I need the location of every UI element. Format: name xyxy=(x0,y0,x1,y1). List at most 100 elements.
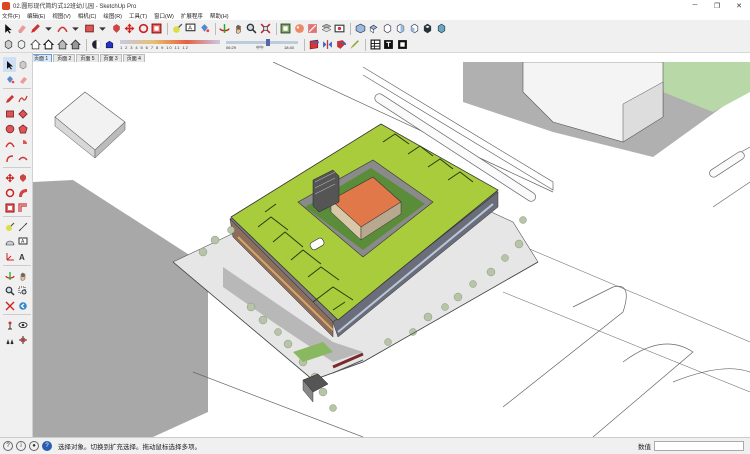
section-cut-icon[interactable] xyxy=(335,39,347,51)
scene-tab-5[interactable]: 页面 5 xyxy=(76,54,99,62)
section-plane-tool-icon[interactable] xyxy=(16,332,29,347)
dropdown-arrow-icon[interactable] xyxy=(97,23,109,35)
push-pull-tool-icon[interactable] xyxy=(16,170,29,185)
dropdown-arrow-icon[interactable] xyxy=(43,23,55,35)
text-grid-icon[interactable] xyxy=(383,39,395,51)
dimension-tool-icon[interactable] xyxy=(16,219,29,234)
rotated-rectangle-tool-icon[interactable] xyxy=(16,106,29,121)
axes-tool-icon[interactable] xyxy=(3,249,16,264)
select-arrow-icon[interactable] xyxy=(2,23,14,35)
orbit-tool-icon[interactable] xyxy=(3,268,16,283)
scene-tab-3[interactable]: 页面 3 xyxy=(99,54,122,62)
back-view-icon[interactable] xyxy=(408,23,420,35)
pie-tool-icon[interactable] xyxy=(16,136,29,151)
close-button[interactable]: ✕ xyxy=(728,0,750,11)
shadow-time-knob[interactable] xyxy=(266,38,270,46)
push-pull-icon[interactable] xyxy=(110,23,122,35)
pencil-icon[interactable] xyxy=(29,23,41,35)
materials-icon[interactable] xyxy=(293,23,305,35)
menu-tools[interactable]: 工具(T) xyxy=(129,12,147,20)
xray-icon[interactable] xyxy=(2,39,14,51)
menu-camera[interactable]: 相机(C) xyxy=(78,12,97,20)
scenes-icon[interactable] xyxy=(334,23,346,35)
wireframe-house-icon[interactable] xyxy=(29,39,41,51)
shadows-toggle-icon[interactable] xyxy=(90,39,102,51)
scale-tool-icon[interactable] xyxy=(3,200,16,215)
follow-me-tool-icon[interactable] xyxy=(16,185,29,200)
paintbrush-icon[interactable] xyxy=(349,39,361,51)
dropdown-arrow-icon[interactable] xyxy=(70,23,82,35)
rectangle-tool-icon[interactable] xyxy=(3,106,16,121)
help-icon[interactable]: ? xyxy=(42,441,52,451)
model-viewport[interactable] xyxy=(33,62,750,437)
section-plane-icon[interactable] xyxy=(308,39,320,51)
bottom-view-icon[interactable] xyxy=(435,23,447,35)
shadow-month-slider[interactable]: 1 2 3 4 5 6 7 8 9 10 11 12 xyxy=(120,39,220,51)
component-icon[interactable] xyxy=(280,23,292,35)
look-around-tool-icon[interactable] xyxy=(16,317,29,332)
two-point-arc-icon[interactable] xyxy=(3,151,16,166)
scene-tab-4[interactable]: 页面 4 xyxy=(122,54,145,62)
menu-help[interactable]: 帮助(H) xyxy=(210,12,229,20)
paint-bucket-tool-icon[interactable] xyxy=(3,72,16,87)
menu-extensions[interactable]: 扩展程序 xyxy=(181,12,203,20)
hidden-line-house-icon[interactable] xyxy=(43,39,55,51)
walk-tool-icon[interactable] xyxy=(3,332,16,347)
move-icon[interactable] xyxy=(124,23,136,35)
left-view-icon[interactable] xyxy=(422,23,434,35)
menu-file[interactable]: 文件(F) xyxy=(2,12,20,20)
shadow-time-slider[interactable]: 06:29 中午 18:40 xyxy=(226,38,298,51)
fog-icon[interactable] xyxy=(104,39,116,51)
right-view-icon[interactable] xyxy=(395,23,407,35)
shaded-house-icon[interactable] xyxy=(56,39,68,51)
scene-tab-2[interactable]: 页面 2 xyxy=(53,54,76,62)
maximize-button[interactable]: ❐ xyxy=(706,0,728,11)
zoom-extents-icon[interactable] xyxy=(259,23,271,35)
offset-tool-icon[interactable] xyxy=(16,200,29,215)
polygon-tool-icon[interactable] xyxy=(16,121,29,136)
menu-view[interactable]: 视图(V) xyxy=(52,12,70,20)
3d-text-tool-icon[interactable]: A xyxy=(16,249,29,264)
eraser-icon[interactable] xyxy=(16,23,28,35)
zoom-extents-tool-icon[interactable] xyxy=(3,298,16,313)
text-tool-icon[interactable]: A xyxy=(16,234,29,249)
measurements-input[interactable] xyxy=(654,441,744,451)
user-icon[interactable]: ● xyxy=(29,441,39,451)
zoom-tool-icon[interactable] xyxy=(3,283,16,298)
select-tool-icon[interactable] xyxy=(3,57,16,72)
frame-grid-icon[interactable] xyxy=(396,39,408,51)
geo-location-icon[interactable]: ? xyxy=(3,441,13,451)
minimize-button[interactable]: ─ xyxy=(684,0,706,11)
textured-house-icon[interactable] xyxy=(70,39,82,51)
previous-view-tool-icon[interactable] xyxy=(16,298,29,313)
zoom-window-tool-icon[interactable] xyxy=(16,283,29,298)
scene-tab-1[interactable]: 页面 1 xyxy=(30,54,53,62)
menu-draw[interactable]: 绘图(R) xyxy=(103,12,122,20)
credits-icon[interactable]: i xyxy=(16,441,26,451)
section-display-icon[interactable] xyxy=(322,39,334,51)
position-camera-tool-icon[interactable] xyxy=(3,317,16,332)
arc-tool-icon[interactable] xyxy=(3,136,16,151)
rectangle-icon[interactable] xyxy=(83,23,95,35)
three-point-arc-icon[interactable] xyxy=(16,151,29,166)
paint-bucket-icon[interactable] xyxy=(198,23,210,35)
arc-icon[interactable] xyxy=(56,23,68,35)
menu-edit[interactable]: 编辑(E) xyxy=(27,12,45,20)
pan-hand-icon[interactable] xyxy=(232,23,244,35)
front-view-icon[interactable] xyxy=(381,23,393,35)
grid-table-icon[interactable] xyxy=(369,39,381,51)
make-component-icon[interactable] xyxy=(16,57,29,72)
freehand-tool-icon[interactable] xyxy=(16,91,29,106)
line-tool-icon[interactable] xyxy=(3,91,16,106)
menu-window[interactable]: 窗口(W) xyxy=(154,12,174,20)
eraser-tool-icon[interactable] xyxy=(16,72,29,87)
scale-icon[interactable] xyxy=(151,23,163,35)
zoom-icon[interactable] xyxy=(246,23,258,35)
pan-tool-icon[interactable] xyxy=(16,268,29,283)
iso-view-icon[interactable] xyxy=(354,23,366,35)
styles-icon[interactable] xyxy=(307,23,319,35)
text-icon[interactable]: A xyxy=(185,23,197,35)
tape-measure-tool-icon[interactable] xyxy=(3,219,16,234)
tape-measure-icon[interactable] xyxy=(171,23,183,35)
back-edges-icon[interactable] xyxy=(16,39,28,51)
